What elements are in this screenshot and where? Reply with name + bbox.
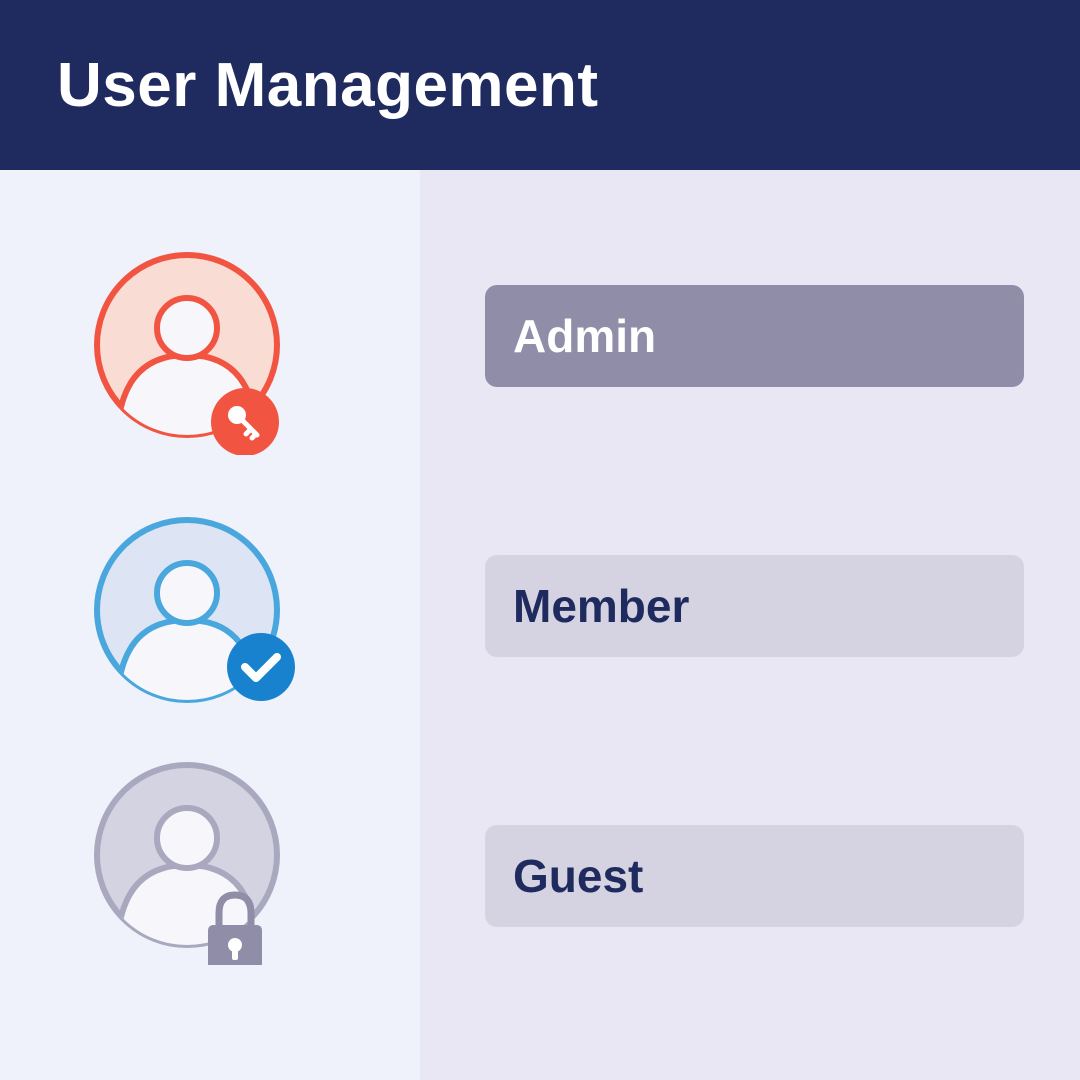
- admin-avatar: [77, 235, 297, 455]
- user-avatar-icon: [94, 252, 280, 455]
- role-item-guest[interactable]: Guest: [485, 825, 1024, 927]
- user-avatar-icon: [94, 762, 280, 965]
- role-label-guest: Guest: [513, 850, 644, 902]
- role-item-member[interactable]: Member: [485, 555, 1024, 657]
- key-icon: [211, 388, 279, 455]
- role-item-admin[interactable]: Admin: [485, 285, 1024, 387]
- member-avatar: [77, 500, 297, 720]
- role-label-admin: Admin: [513, 310, 657, 362]
- guest-avatar: [77, 745, 297, 965]
- user-avatar-icon: [94, 517, 295, 703]
- header-bar: User Management: [0, 0, 1080, 170]
- role-label-member: Member: [513, 580, 690, 632]
- page-title: User Management: [57, 51, 599, 120]
- user-management-app: User Management Admin Member Guest: [0, 0, 1080, 1080]
- check-icon: [227, 633, 295, 701]
